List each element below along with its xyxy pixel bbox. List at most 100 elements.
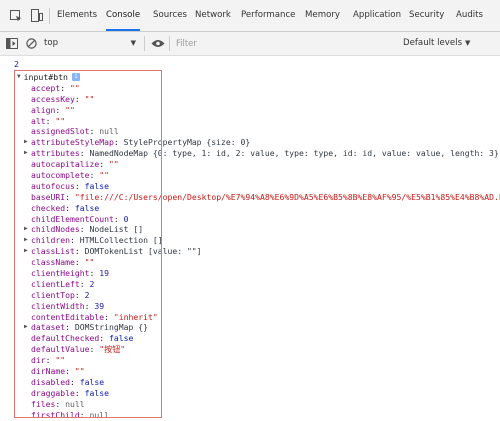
- property-value: "file:///C:/Users/open/Desktop/%E7%94%A8…: [74, 191, 500, 202]
- property-value: DOMStringMap {}: [74, 322, 148, 333]
- property-key: autofocus: [31, 180, 75, 191]
- property-row: assignedSlot: null: [0, 126, 500, 137]
- property-row: files: null: [0, 399, 500, 410]
- tab-audits[interactable]: Audits: [456, 0, 483, 31]
- log-levels-label: Default levels: [403, 38, 463, 48]
- property-row: clientWidth: 39: [0, 301, 500, 312]
- property-separator: :: [89, 344, 100, 355]
- property-value: "": [74, 366, 85, 377]
- clear-console-icon[interactable]: [24, 35, 38, 52]
- tab-performance[interactable]: Performance: [241, 0, 295, 31]
- expand-triangle-icon[interactable]: ▶: [24, 224, 28, 235]
- property-row: draggable: false: [0, 388, 500, 399]
- property-key: dir: [31, 355, 46, 366]
- property-row: accessKey: "": [0, 94, 500, 105]
- toolbar-divider: [169, 36, 170, 51]
- property-row: autocapitalize: "": [0, 159, 500, 170]
- tab-console[interactable]: Console: [106, 0, 141, 31]
- property-key: firstChild: [31, 409, 80, 420]
- context-selector[interactable]: top ▼: [44, 35, 140, 52]
- expand-triangle-icon[interactable]: ▶: [24, 137, 28, 148]
- expand-triangle-icon[interactable]: ▶: [24, 148, 28, 159]
- property-row[interactable]: ▶ dataset: DOMStringMap {}: [0, 322, 500, 333]
- property-key: autocomplete: [31, 170, 90, 181]
- property-value: 0: [123, 213, 129, 224]
- property-key: checked: [31, 202, 66, 213]
- chevron-down-icon: ▼: [465, 39, 471, 47]
- property-separator: :: [74, 93, 85, 104]
- property-key: clientWidth: [31, 300, 85, 311]
- property-key: disabled: [31, 376, 70, 387]
- eye-icon[interactable]: [150, 35, 166, 52]
- property-separator: :: [89, 126, 100, 137]
- property-key: children: [31, 235, 70, 246]
- property-row[interactable]: ▶ classList: DOMTokenList [value: ""]: [0, 246, 500, 257]
- property-row: clientTop: 2: [0, 290, 500, 301]
- tab-network[interactable]: Network: [195, 0, 231, 31]
- tab-elements[interactable]: Elements: [57, 0, 97, 31]
- tab-security[interactable]: Security: [409, 0, 444, 31]
- property-key: childNodes: [31, 224, 80, 235]
- property-separator: :: [99, 333, 109, 344]
- property-separator: :: [55, 104, 66, 115]
- property-value: 19: [99, 268, 109, 279]
- tab-memory[interactable]: Memory: [305, 0, 340, 31]
- property-key: dirName: [31, 366, 66, 377]
- property-value: "": [84, 93, 95, 104]
- property-value: NamedNodeMap {0: type, 1: id, 2: value, …: [89, 148, 499, 159]
- property-separator: :: [55, 398, 66, 409]
- property-value: "": [55, 115, 66, 126]
- property-row: dir: "": [0, 355, 500, 366]
- property-key: alt: [31, 115, 46, 126]
- property-key: assignedSlot: [31, 126, 90, 137]
- property-value: false: [84, 387, 109, 398]
- property-separator: :: [74, 289, 85, 300]
- property-row: clientHeight: 19: [0, 268, 500, 279]
- property-value: "": [55, 355, 66, 366]
- expand-triangle-icon: ▼: [17, 73, 21, 80]
- object-header[interactable]: ▼ input#btn i: [17, 72, 80, 83]
- info-icon: i: [72, 73, 80, 82]
- property-value: null: [89, 409, 109, 420]
- expand-triangle-icon[interactable]: ▶: [24, 246, 28, 257]
- filter-input[interactable]: Filter: [176, 35, 392, 52]
- device-toolbar-icon[interactable]: [29, 0, 45, 31]
- property-separator: :: [45, 115, 56, 126]
- expand-triangle-icon[interactable]: ▶: [24, 322, 28, 333]
- property-separator: :: [74, 387, 85, 398]
- property-separator: :: [113, 213, 124, 224]
- property-row[interactable]: ▶ children: HTMLCollection []: [0, 235, 500, 246]
- sidebar-toggle-icon[interactable]: [5, 35, 19, 52]
- property-key: clientLeft: [31, 278, 80, 289]
- property-separator: :: [89, 170, 100, 181]
- property-row: childElementCount: 0: [0, 214, 500, 225]
- property-value: "": [84, 257, 95, 268]
- property-separator: :: [65, 202, 75, 213]
- property-key: clientTop: [31, 289, 75, 300]
- property-row[interactable]: ▶ childNodes: NodeList []: [0, 224, 500, 235]
- property-separator: :: [74, 257, 85, 268]
- expand-triangle-icon[interactable]: ▶: [24, 235, 28, 246]
- property-value: HTMLCollection []: [79, 235, 163, 246]
- property-row: autofocus: false: [0, 181, 500, 192]
- log-levels-dropdown[interactable]: Default levels ▼: [403, 35, 493, 52]
- property-row[interactable]: ▶ attributes: NamedNodeMap {0: type, 1: i…: [0, 148, 500, 159]
- property-separator: :: [89, 268, 100, 279]
- property-value: false: [79, 376, 105, 387]
- property-value: 2: [84, 289, 90, 300]
- property-key: dataset: [31, 322, 66, 333]
- property-key: autocapitalize: [31, 159, 100, 170]
- property-row[interactable]: ▶ attributeStyleMap: StylePropertyMap {si…: [0, 137, 500, 148]
- property-separator: :: [60, 82, 70, 93]
- property-list: accept: "" accessKey: "" align: "" alt: "" a…: [0, 83, 500, 421]
- property-key: clientHeight: [31, 268, 90, 279]
- context-selector-label: top: [44, 38, 59, 48]
- property-key: baseURI: [31, 191, 66, 202]
- property-row: align: "": [0, 105, 500, 116]
- toolbar-divider: [49, 8, 50, 24]
- property-separator: :: [74, 246, 85, 257]
- property-separator: :: [45, 355, 56, 366]
- tab-sources[interactable]: Sources: [153, 0, 187, 31]
- element-picker-icon[interactable]: [8, 0, 24, 31]
- tab-application[interactable]: Application: [353, 0, 401, 31]
